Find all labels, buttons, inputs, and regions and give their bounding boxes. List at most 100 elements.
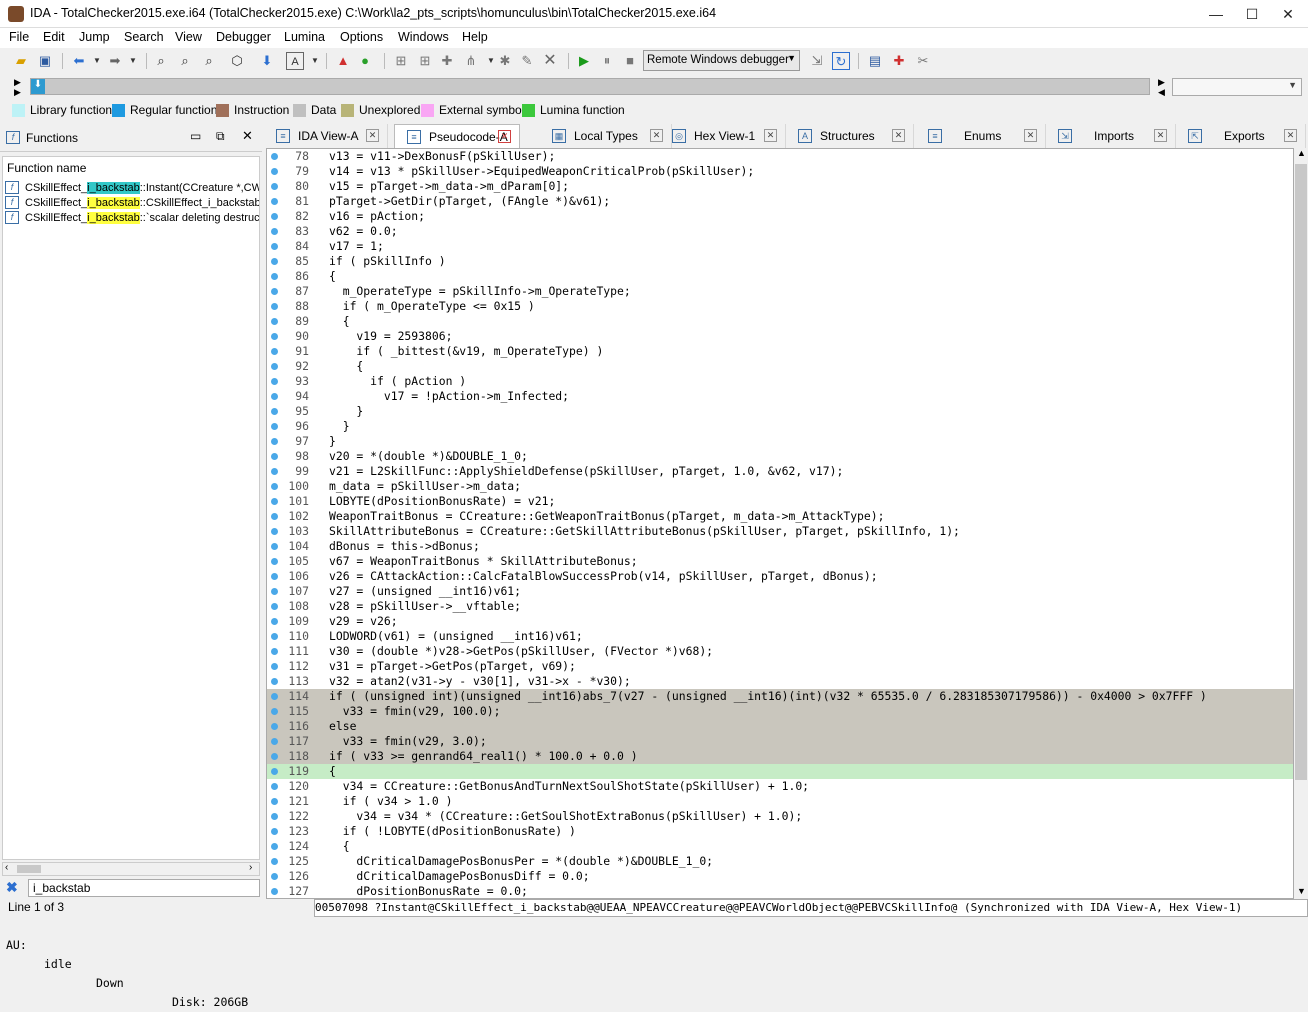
code-line[interactable]: 101 LOBYTE(dPositionBonusRate) = v21; bbox=[267, 494, 1293, 509]
segment-select[interactable]: ▼ bbox=[1172, 78, 1302, 96]
delete-icon[interactable]: ✕ bbox=[541, 52, 559, 70]
code-text[interactable]: { bbox=[329, 314, 1289, 329]
breakpoint-dot-icon[interactable] bbox=[271, 738, 278, 745]
code-text[interactable]: dCriticalDamagePosBonusPer = *(double *)… bbox=[329, 854, 1289, 869]
back-dropdown-icon[interactable]: ▼ bbox=[88, 52, 106, 70]
run-icon[interactable]: ▶ bbox=[575, 52, 593, 70]
breakpoint-dot-icon[interactable] bbox=[271, 348, 278, 355]
breakpoint-dot-icon[interactable] bbox=[271, 198, 278, 205]
breakpoint-dot-icon[interactable] bbox=[271, 378, 278, 385]
close-icon[interactable]: ✕ bbox=[892, 129, 905, 142]
tab-structures[interactable]: A Structures ✕ bbox=[786, 124, 914, 148]
code-text[interactable]: v20 = *(double *)&DOUBLE_1_0; bbox=[329, 449, 1289, 464]
code-line[interactable]: 99 v21 = L2SkillFunc::ApplyShieldDefense(… bbox=[267, 464, 1293, 479]
code-line[interactable]: 78 v13 = v11->DexBonusF(pSkillUser); bbox=[267, 149, 1293, 164]
code-line[interactable]: 80 v15 = pTarget->m_data->m_dParam[0]; bbox=[267, 179, 1293, 194]
code-text[interactable]: v14 = v13 * pSkillUser->EquipedWeaponCri… bbox=[329, 164, 1289, 179]
code-text[interactable]: } bbox=[329, 419, 1289, 434]
close-icon[interactable]: ✕ bbox=[1024, 129, 1037, 142]
code-text[interactable]: v17 = 1; bbox=[329, 239, 1289, 254]
panel-close-icon[interactable]: ✕ bbox=[242, 128, 253, 144]
code-text[interactable]: v34 = CCreature::GetBonusAndTurnNextSoul… bbox=[329, 779, 1289, 794]
breakpoint-dot-icon[interactable] bbox=[271, 798, 278, 805]
attach-icon[interactable]: ⇲ bbox=[808, 52, 826, 70]
binary-search-icon[interactable]: ⌕ bbox=[152, 52, 170, 70]
breakpoint-dot-icon[interactable] bbox=[271, 828, 278, 835]
menu-help[interactable]: Help bbox=[462, 30, 488, 44]
minimize-button[interactable]: — bbox=[1196, 0, 1236, 28]
breakpoint-dot-icon[interactable] bbox=[271, 618, 278, 625]
breakpoint-dot-icon[interactable] bbox=[271, 243, 278, 250]
tab-enums[interactable]: ≡ Enums ✕ bbox=[916, 124, 1046, 148]
breakpoint-dot-icon[interactable] bbox=[271, 708, 278, 715]
code-text[interactable]: v15 = pTarget->m_data->m_dParam[0]; bbox=[329, 179, 1289, 194]
code-line[interactable]: 88 if ( m_OperateType <= 0x15 ) bbox=[267, 299, 1293, 314]
breakpoint-dot-icon[interactable] bbox=[271, 723, 278, 730]
maximize-button[interactable]: ☐ bbox=[1232, 0, 1272, 28]
code-text[interactable]: SkillAttributeBonus = CCreature::GetSkil… bbox=[329, 524, 1289, 539]
text-search-icon[interactable]: ⌕ bbox=[176, 52, 194, 70]
breakpoint-dot-icon[interactable] bbox=[271, 633, 278, 640]
forward-arrow-icon[interactable]: ➡ bbox=[106, 52, 124, 70]
segment-icon[interactable]: ⊞ bbox=[392, 52, 410, 70]
breakpoint-dot-icon[interactable] bbox=[271, 783, 278, 790]
breakpoint-add-icon[interactable]: ✚ bbox=[890, 52, 908, 70]
code-text[interactable]: if ( (unsigned int)(unsigned __int16)abs… bbox=[329, 689, 1289, 704]
breakpoint-dot-icon[interactable] bbox=[271, 648, 278, 655]
pause-icon[interactable]: ⏸ bbox=[598, 52, 616, 70]
breakpoint-dot-icon[interactable] bbox=[271, 168, 278, 175]
code-text[interactable]: { bbox=[329, 764, 1289, 779]
code-text[interactable]: v16 = pAction; bbox=[329, 209, 1289, 224]
pseudocode-view[interactable]: 78 v13 = v11->DexBonusF(pSkillUser); 79 v14… bbox=[266, 148, 1294, 899]
close-icon[interactable]: ✕ bbox=[366, 129, 379, 142]
code-line[interactable]: 84 v17 = 1; bbox=[267, 239, 1293, 254]
breakpoint-dot-icon[interactable] bbox=[271, 333, 278, 340]
code-line[interactable]: 89 { bbox=[267, 314, 1293, 329]
menu-jump[interactable]: Jump bbox=[79, 30, 110, 44]
code-text[interactable]: v32 = atan2(v31->y - v30[1], v31->x - *v… bbox=[329, 674, 1289, 689]
code-line[interactable]: 116 else bbox=[267, 719, 1293, 734]
code-text[interactable]: v26 = CAttackAction::CalcFatalBlowSucces… bbox=[329, 569, 1289, 584]
code-line[interactable]: 81 pTarget->GetDir(pTarget, (FAngle *)&v6… bbox=[267, 194, 1293, 209]
code-line[interactable]: 106 v26 = CAttackAction::CalcFatalBlowSuc… bbox=[267, 569, 1293, 584]
functions-horizontal-scrollbar[interactable]: ‹ › bbox=[2, 862, 260, 876]
code-line[interactable]: 110 LODWORD(v61) = (unsigned __int16)v61; bbox=[267, 629, 1293, 644]
menu-windows[interactable]: Windows bbox=[398, 30, 449, 44]
breakpoint-dot-icon[interactable] bbox=[271, 318, 278, 325]
tab-pseudocode-a[interactable]: ≡ Pseudocode-A ✕ bbox=[394, 124, 520, 148]
breakpoint-dot-icon[interactable] bbox=[271, 513, 278, 520]
code-line[interactable]: 79 v14 = v13 * pSkillUser->EquipedWeaponC… bbox=[267, 164, 1293, 179]
code-line[interactable]: 104 dBonus = this->dBonus; bbox=[267, 539, 1293, 554]
back-arrow-icon[interactable]: ⬅ bbox=[70, 52, 88, 70]
code-line[interactable]: 124 { bbox=[267, 839, 1293, 854]
breakpoint-dot-icon[interactable] bbox=[271, 888, 278, 895]
code-text[interactable]: dBonus = this->dBonus; bbox=[329, 539, 1289, 554]
nav-scroll-left-icon[interactable]: ◀ bbox=[1158, 87, 1165, 98]
menu-view[interactable]: View bbox=[175, 30, 202, 44]
breakpoint-dot-icon[interactable] bbox=[271, 183, 278, 190]
code-line[interactable]: 123 if ( !LOBYTE(dPositionBonusRate) ) bbox=[267, 824, 1293, 839]
edit-icon[interactable]: ✎ bbox=[518, 52, 536, 70]
code-line[interactable]: 82 v16 = pAction; bbox=[267, 209, 1293, 224]
code-line[interactable]: 117 v33 = fmin(v29, 3.0); bbox=[267, 734, 1293, 749]
code-text[interactable]: if ( v33 >= genrand64_real1() * 100.0 + … bbox=[329, 749, 1289, 764]
breakpoint-dot-icon[interactable] bbox=[271, 693, 278, 700]
code-line[interactable]: 120 v34 = CCreature::GetBonusAndTurnNext… bbox=[267, 779, 1293, 794]
breakpoint-dot-icon[interactable] bbox=[271, 258, 278, 265]
breakpoint-dot-icon[interactable] bbox=[271, 438, 278, 445]
breakpoint-dot-icon[interactable] bbox=[271, 228, 278, 235]
code-line[interactable]: 87 m_OperateType = pSkillInfo->m_Operate… bbox=[267, 284, 1293, 299]
close-button[interactable]: ✕ bbox=[1268, 0, 1308, 28]
breakpoint-dot-icon[interactable] bbox=[271, 858, 278, 865]
breakpoint-dot-icon[interactable] bbox=[271, 558, 278, 565]
breakpoint-dot-icon[interactable] bbox=[271, 213, 278, 220]
text-dropdown-icon[interactable]: ▼ bbox=[306, 52, 324, 70]
code-text[interactable]: { bbox=[329, 839, 1289, 854]
column-header-function-name[interactable]: Function name bbox=[7, 161, 86, 175]
breakpoint-dot-icon[interactable] bbox=[271, 423, 278, 430]
close-icon[interactable]: ✕ bbox=[498, 130, 511, 143]
code-line[interactable]: 121 if ( v34 > 1.0 ) bbox=[267, 794, 1293, 809]
code-line[interactable]: 94 v17 = !pAction->m_Infected; bbox=[267, 389, 1293, 404]
tab-imports[interactable]: ⇲ Imports ✕ bbox=[1046, 124, 1176, 148]
code-line[interactable]: 126 dCriticalDamagePosBonusDiff = 0.0; bbox=[267, 869, 1293, 884]
